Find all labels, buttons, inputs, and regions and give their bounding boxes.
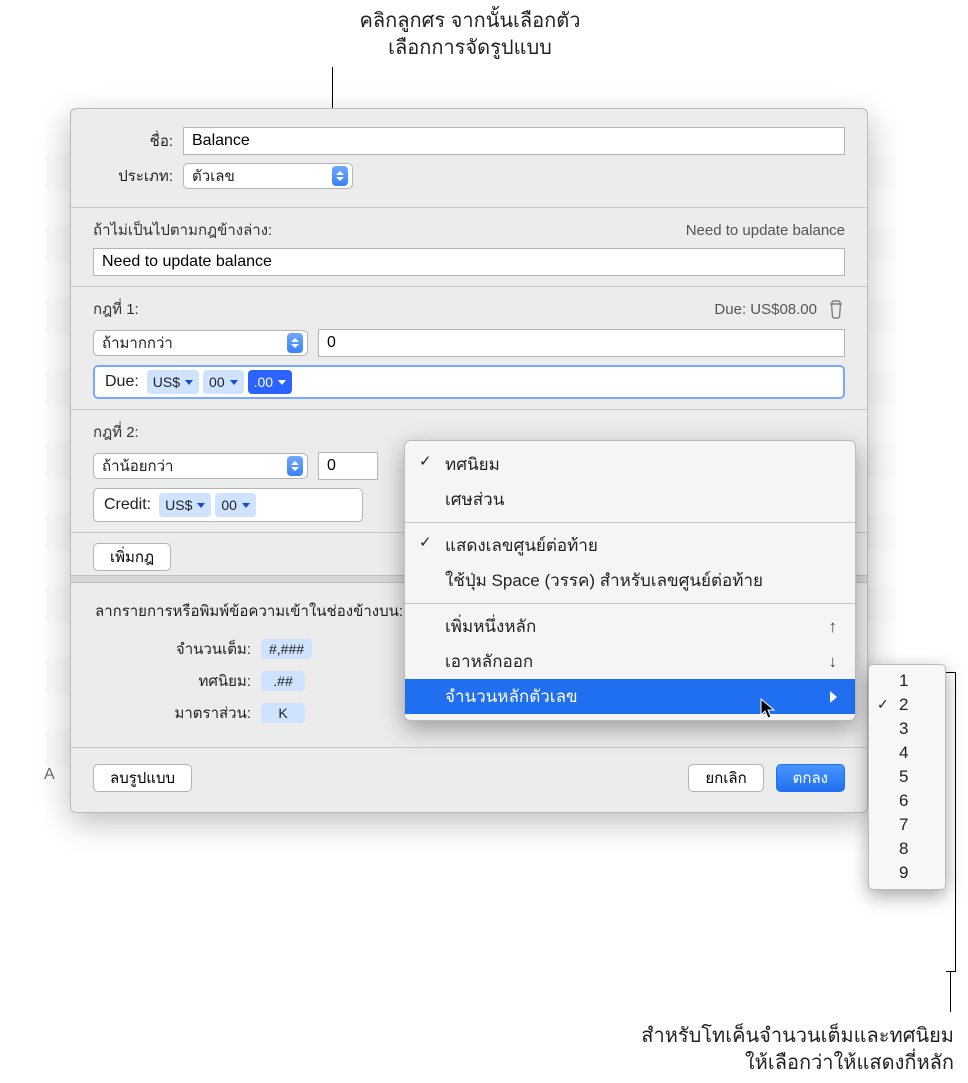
rule2-currency-pill[interactable]: US$ — [159, 493, 211, 517]
chevron-down-icon — [242, 503, 250, 508]
cursor-icon — [760, 698, 778, 724]
scale-token[interactable]: K — [261, 703, 305, 723]
submenu-item-2[interactable]: ✓2 — [869, 693, 945, 717]
rule1-format-bar[interactable]: Due: US$ 00 .00 — [93, 365, 845, 399]
trash-icon[interactable] — [827, 299, 845, 319]
type-value: ตัวเลข — [192, 164, 235, 188]
rule1-dec-pill[interactable]: .00 — [248, 370, 292, 394]
menu-fraction[interactable]: เศษส่วน — [405, 482, 855, 517]
rule2-condition-value: ถ้าน้อยกว่า — [102, 454, 173, 478]
menu-num-digits[interactable]: จำนวนหลักตัวเลข — [405, 679, 855, 714]
submenu-item-7[interactable]: 7 — [869, 813, 945, 837]
decimals-token[interactable]: .## — [261, 671, 305, 691]
submenu-item-4[interactable]: 4 — [869, 741, 945, 765]
menu-remove-digit[interactable]: เอาหลักออก↓ — [405, 644, 855, 679]
rule2-int-pill[interactable]: 00 — [215, 493, 256, 517]
rule1-compare-input[interactable] — [318, 329, 845, 357]
chevron-down-icon — [278, 380, 286, 385]
delete-format-button[interactable]: ลบรูปแบบ — [93, 764, 192, 792]
stepper-icon — [287, 456, 303, 476]
submenu-item-5[interactable]: 5 — [869, 765, 945, 789]
rule1-prefix: Due: — [101, 373, 143, 391]
submenu-arrow-icon — [830, 691, 837, 703]
rule2-compare-input[interactable] — [318, 452, 378, 480]
submenu-item-3[interactable]: 3 — [869, 717, 945, 741]
rule1-condition-select[interactable]: ถ้ามากกว่า — [93, 330, 308, 356]
name-field[interactable] — [183, 127, 845, 155]
rule2-format-bar[interactable]: Credit: US$ 00 — [93, 488, 363, 522]
no-match-input[interactable] — [93, 248, 845, 276]
rule1-condition-value: ถ้ามากกว่า — [102, 331, 173, 355]
cancel-button[interactable]: ยกเลิก — [688, 764, 763, 792]
callout-top: คลิกลูกศร จากนั้นเลือกตัว เลือกการจัดรูป… — [280, 8, 660, 62]
menu-decimal[interactable]: ✓ทศนิยม — [405, 447, 855, 482]
menu-show-trailing[interactable]: ✓แสดงเลขศูนย์ต่อท้าย — [405, 528, 855, 563]
no-match-label: ถ้าไม่เป็นไปตามกฎข้างล่าง: — [93, 218, 272, 242]
submenu-item-6[interactable]: 6 — [869, 789, 945, 813]
callout-bracket-line — [950, 972, 951, 1012]
submenu-item-8[interactable]: 8 — [869, 837, 945, 861]
integers-token[interactable]: #,### — [261, 639, 312, 659]
chevron-down-icon — [185, 380, 193, 385]
rule1-int-pill[interactable]: 00 — [203, 370, 244, 394]
decimals-label: ทศนิยม: — [101, 669, 251, 693]
menu-space-trailing[interactable]: ใช้ปุ่ม Space (วรรค) สำหรับเลขศูนย์ต่อท้… — [405, 563, 855, 598]
callout-bracket — [946, 672, 956, 972]
format-options-menu: ✓ทศนิยม เศษส่วน ✓แสดงเลขศูนย์ต่อท้าย ใช้… — [404, 440, 856, 721]
submenu-item-9[interactable]: 9 — [869, 861, 945, 885]
chevron-down-icon — [197, 503, 205, 508]
submenu-item-1[interactable]: 1 — [869, 669, 945, 693]
digits-submenu: 1✓23456789 — [868, 664, 946, 890]
add-rule-button[interactable]: เพิ่มกฎ — [93, 543, 171, 571]
no-match-preview: Need to update balance — [686, 222, 845, 239]
type-select[interactable]: ตัวเลข — [183, 163, 353, 189]
ok-button[interactable]: ตกลง — [776, 764, 845, 792]
stepper-icon — [332, 166, 348, 186]
rule1-preview: Due: US$08.00 — [714, 301, 817, 318]
rule1-label: กฎที่ 1: — [93, 297, 139, 321]
integers-label: จำนวนเต็ม: — [101, 637, 251, 661]
stepper-icon — [287, 333, 303, 353]
rule2-condition-select[interactable]: ถ้าน้อยกว่า — [93, 453, 308, 479]
callout-bottom: สำหรับโทเค็นจำนวนเต็มและทศนิยม ให้เลือกว… — [641, 1023, 954, 1077]
rule1-currency-pill[interactable]: US$ — [147, 370, 199, 394]
rule2-prefix: Credit: — [100, 496, 155, 514]
menu-add-digit[interactable]: เพิ่มหนึ่งหลัก↑ — [405, 609, 855, 644]
name-label: ชื่อ: — [93, 129, 183, 153]
type-label: ประเภท: — [93, 164, 183, 188]
rule2-label: กฎที่ 2: — [93, 420, 139, 444]
scale-label: มาตราส่วน: — [101, 701, 251, 725]
chevron-down-icon — [230, 380, 238, 385]
sheet-letter: A — [44, 766, 55, 784]
